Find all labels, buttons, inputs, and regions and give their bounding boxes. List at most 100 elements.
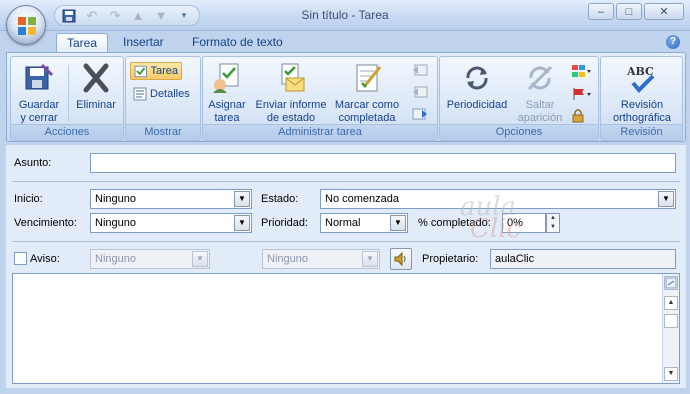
marcar-completada-button[interactable]: Marcar como completada: [331, 61, 403, 125]
mostrar-tarea-button[interactable]: Tarea: [130, 62, 182, 80]
vencimiento-select[interactable]: Ninguno ▼: [90, 213, 252, 233]
reply-all-task-button[interactable]: [408, 83, 432, 101]
customize-qat-icon[interactable]: ▾: [174, 7, 194, 24]
revision-ortografica-button[interactable]: ABC Revisión orthográfica: [603, 61, 681, 125]
chevron-down-icon[interactable]: ▼: [658, 191, 674, 207]
mostrar-tarea-label: Tarea: [150, 65, 178, 77]
undo-icon[interactable]: ↶: [82, 7, 102, 24]
redo-icon[interactable]: ↷: [105, 7, 125, 24]
chevron-down-icon[interactable]: ▼: [362, 251, 378, 267]
asunto-input[interactable]: [90, 153, 676, 173]
tab-formato-texto[interactable]: Formato de texto: [182, 33, 293, 53]
chevron-down-icon[interactable]: ▼: [390, 215, 406, 231]
aviso-checkbox[interactable]: [14, 252, 27, 265]
reply-icon: [413, 64, 428, 76]
down-arrow-icon[interactable]: ▼: [151, 7, 171, 24]
eliminar-label: Eliminar: [76, 99, 116, 111]
flag-icon: [573, 88, 591, 100]
spin-up-icon[interactable]: ▲: [547, 214, 559, 223]
scroll-thumb[interactable]: [664, 314, 678, 328]
recurrence-icon: [466, 66, 488, 90]
group-opciones: Periodicidad Saltar aparición Opciones: [439, 56, 599, 141]
spin-down-icon[interactable]: ▼: [547, 223, 559, 232]
group-administrar-tarea: Asignar tarea Enviar informe de estado M…: [202, 56, 438, 141]
group-label-opciones: Opciones: [440, 124, 598, 140]
chevron-down-icon[interactable]: ▼: [234, 191, 250, 207]
vertical-scrollbar[interactable]: ▲ ▼: [662, 274, 679, 383]
follow-up-button[interactable]: [568, 85, 596, 103]
send-status-icon: [281, 63, 305, 92]
completado-spinner[interactable]: ▲ ▼: [546, 213, 560, 233]
revision-ortografica-label: Revisión orthográfica: [612, 99, 672, 124]
delete-x-icon: [83, 63, 109, 93]
chevron-down-icon[interactable]: ▼: [192, 251, 208, 267]
group-label-acciones: Acciones: [11, 124, 123, 140]
estado-value: No comenzada: [325, 193, 399, 205]
asunto-label: Asunto:: [14, 157, 52, 169]
help-icon[interactable]: ?: [666, 35, 680, 49]
propietario-value: aulaClic: [490, 249, 676, 269]
office-logo-icon: [18, 17, 36, 35]
asignar-tarea-label: Asignar tarea: [208, 99, 246, 124]
categorize-button[interactable]: [568, 62, 596, 80]
eliminar-button[interactable]: Eliminar: [71, 61, 121, 112]
aviso-time-select[interactable]: Ninguno ▼: [262, 249, 380, 269]
task-icon: [134, 65, 147, 78]
divider: [12, 241, 680, 242]
inicio-value: Ninguno: [95, 193, 136, 205]
aviso-time-value: Ninguno: [267, 253, 308, 265]
asignar-tarea-button[interactable]: Asignar tarea: [205, 61, 249, 125]
scroll-down-icon[interactable]: ▼: [664, 367, 678, 381]
up-arrow-icon[interactable]: ▲: [128, 7, 148, 24]
enviar-informe-label: Enviar informe de estado: [255, 99, 327, 124]
aviso-date-select[interactable]: Ninguno ▼: [90, 249, 210, 269]
tab-tarea[interactable]: Tarea: [56, 33, 109, 53]
reminder-sound-button[interactable]: [390, 248, 412, 270]
inicio-label: Inicio:: [14, 193, 43, 205]
completado-label: % completado:: [418, 217, 491, 229]
lock-icon: [572, 109, 584, 123]
mostrar-detalles-button[interactable]: Detalles: [130, 85, 193, 103]
guardar-y-cerrar-button[interactable]: Guardar y cerrar: [13, 61, 65, 125]
periodicidad-label: Periodicidad: [446, 99, 508, 111]
inicio-select[interactable]: Ninguno ▼: [90, 189, 252, 209]
periodicidad-button[interactable]: Periodicidad: [442, 61, 512, 112]
saltar-aparicion-button[interactable]: Saltar aparición: [512, 61, 568, 125]
save-close-icon: [25, 63, 54, 90]
chevron-down-icon[interactable]: ▼: [234, 215, 250, 231]
scroll-settings-icon[interactable]: [664, 276, 678, 290]
group-acciones: Guardar y cerrar Eliminar Acciones: [10, 56, 124, 141]
assign-task-icon: [213, 63, 239, 93]
office-button[interactable]: [6, 5, 46, 45]
completado-input[interactable]: 0%: [502, 213, 546, 233]
estado-select[interactable]: No comenzada ▼: [320, 189, 676, 209]
forward-icon: [412, 108, 427, 120]
forward-task-button[interactable]: [408, 105, 432, 123]
estado-label: Estado:: [261, 193, 299, 205]
ribbon: Guardar y cerrar Eliminar Acciones Tarea…: [6, 52, 686, 142]
prioridad-value: Normal: [325, 217, 361, 229]
notes-textarea[interactable]: ▲ ▼: [12, 273, 680, 384]
vencimiento-value: Ninguno: [95, 217, 136, 229]
scroll-up-icon[interactable]: ▲: [664, 296, 678, 310]
reply-task-button[interactable]: [408, 61, 432, 79]
prioridad-select[interactable]: Normal ▼: [320, 213, 408, 233]
propietario-label: Propietario:: [422, 253, 479, 265]
maximize-button[interactable]: □: [616, 3, 642, 20]
group-label-revision: Revisión: [601, 124, 682, 140]
reply-all-icon: [413, 86, 428, 98]
vencimiento-label: Vencimiento:: [14, 217, 77, 229]
quick-access-toolbar: ↶ ↷ ▲ ▼ ▾: [54, 5, 200, 26]
divider: [12, 181, 680, 182]
private-button[interactable]: [568, 107, 588, 125]
group-mostrar: Tarea Detalles Mostrar: [125, 56, 201, 141]
mark-complete-icon: [356, 64, 382, 92]
aviso-date-value: Ninguno: [95, 253, 136, 265]
tab-insertar[interactable]: Insertar: [113, 33, 174, 53]
group-label-administrar-tarea: Administrar tarea: [203, 124, 437, 140]
enviar-informe-button[interactable]: Enviar informe de estado: [251, 61, 331, 125]
minimize-button[interactable]: –: [588, 3, 614, 20]
close-button[interactable]: ✕: [644, 3, 684, 20]
save-icon[interactable]: [59, 7, 79, 24]
mostrar-detalles-label: Detalles: [150, 88, 190, 100]
